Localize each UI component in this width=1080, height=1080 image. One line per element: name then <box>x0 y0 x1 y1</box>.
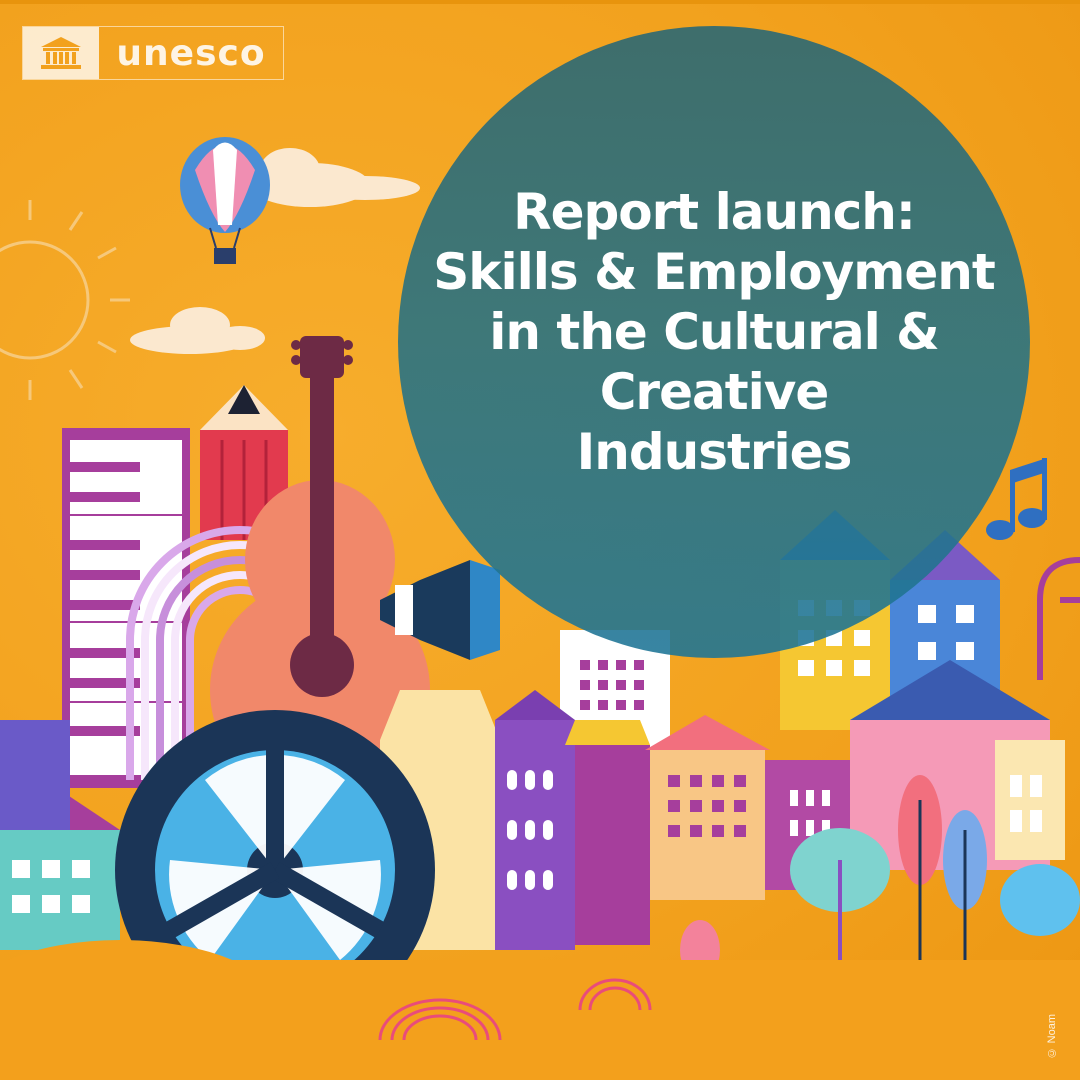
sun-icon <box>0 200 130 400</box>
headline-line-3: in the Cultural & <box>489 303 939 361</box>
headline-title: Report launch: Skills & Employment in th… <box>433 182 995 482</box>
cloud-icon <box>130 148 420 354</box>
building-indigo <box>0 720 70 830</box>
headline-line-1: Report launch: <box>513 183 916 241</box>
headline-circle: Report launch: Skills & Employment in th… <box>398 26 1030 658</box>
building-purple-tall <box>495 690 575 950</box>
headline-line-2: Skills & Employment <box>433 243 995 301</box>
photo-credit: © Noam <box>1046 1013 1058 1058</box>
unesco-logo[interactable]: unesco <box>22 26 284 80</box>
unesco-temple-icon <box>23 27 99 79</box>
poster: unesco Report launch: Skills & Employmen… <box>0 0 1080 1080</box>
headline-line-5: Industries <box>576 423 853 481</box>
hot-air-balloon-icon <box>180 137 270 264</box>
temple-emblem-svg <box>41 37 81 69</box>
building-magenta <box>565 720 650 945</box>
foreground-bushes <box>0 940 1080 1080</box>
trumpet-icon <box>1037 557 1080 680</box>
building-peach <box>645 715 770 900</box>
headline-line-4: Creative <box>599 363 830 421</box>
unesco-wordmark: unesco <box>116 32 266 74</box>
